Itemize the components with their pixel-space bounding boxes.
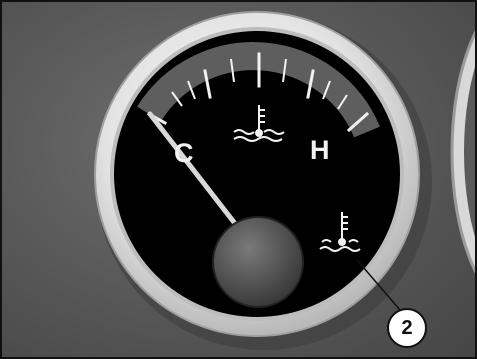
gauge-graphic — [94, 11, 475, 350]
hot-label: H — [310, 135, 330, 165]
cold-label: C — [174, 138, 194, 168]
photo-frame: C H 2 — [0, 0, 477, 359]
callout-number: 2 — [387, 308, 427, 348]
needle-hub — [212, 216, 304, 308]
